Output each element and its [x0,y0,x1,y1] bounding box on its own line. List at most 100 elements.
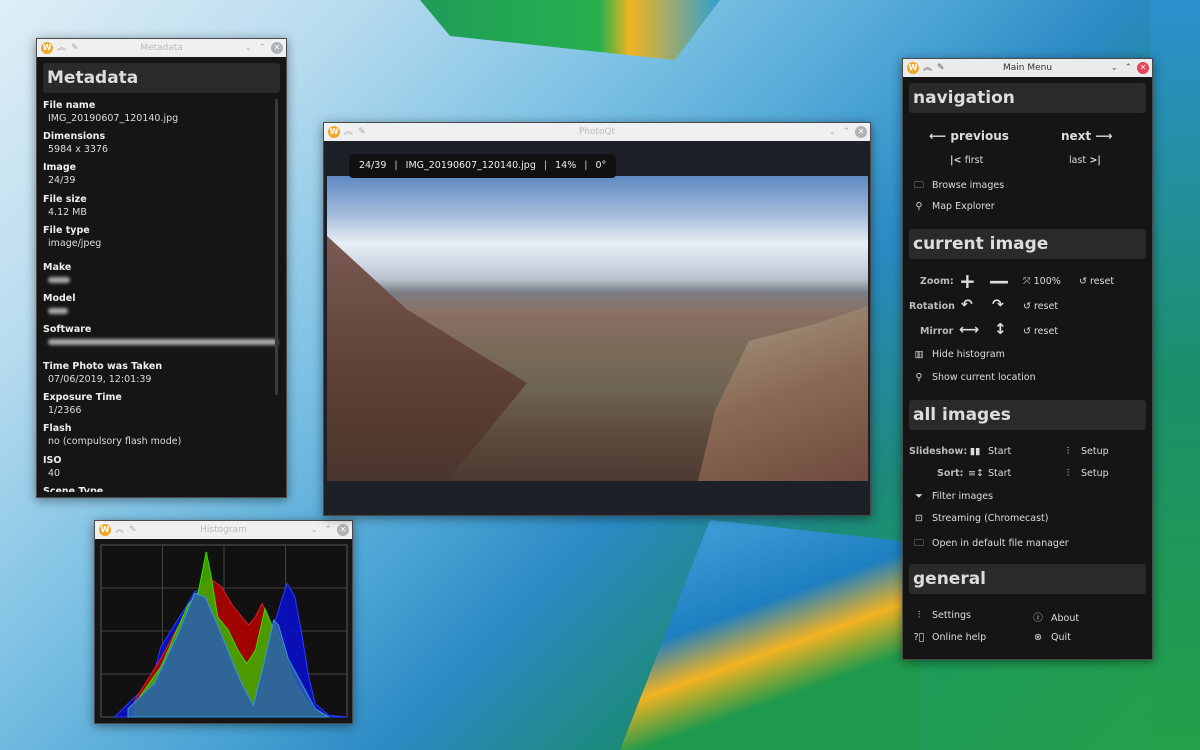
keep-above-icon[interactable]: ︽ [344,123,353,141]
minimize-icon[interactable]: ⌄ [244,39,252,57]
slideshow-start-button[interactable]: ▮▮ Start [968,446,1011,457]
reset-icon: ↺ [1023,301,1034,312]
minimize-icon[interactable]: ⌄ [310,521,318,539]
zoom-in-icon[interactable]: + [959,269,976,293]
titlebar[interactable]: W ︽ ✎ Metadata ⌄ ⌃ ✕ [37,39,286,57]
quit-button[interactable]: ⊗ Quit [1031,632,1071,643]
metadata-key: Image [43,162,77,173]
metadata-value [48,337,278,348]
window-title: Main Menu [1002,63,1053,73]
reset-icon: ↺ [1023,326,1034,337]
wallpaper-shape [620,520,920,750]
close-icon[interactable]: ✕ [337,524,349,536]
show-location-button[interactable]: ⚲ Show current location [912,372,1036,383]
next-button[interactable]: next ⟶ [1061,129,1113,143]
previous-button[interactable]: ⟵ previous [929,129,1009,143]
hide-histogram-button[interactable]: ▥ Hide histogram [912,349,1005,360]
metadata-key: File size [43,194,87,205]
folder-icon: 🗀 [914,180,924,191]
last-button[interactable]: last >| [1069,155,1101,166]
rotate-left-icon[interactable]: ↶ [961,297,973,313]
rotation-reset-button[interactable]: ↺ reset [1023,301,1058,312]
maximize-icon[interactable]: ⌃ [1124,59,1132,77]
map-explorer-button[interactable]: ⚲ Map Explorer [912,201,995,212]
histogram-chart [100,544,348,718]
zoom-out-icon[interactable]: — [989,269,1009,293]
metadata-key: Dimensions [43,131,106,142]
sort-start-button[interactable]: ≡↕ Start [968,468,1011,479]
pin-icon[interactable]: ✎ [71,39,79,57]
settings-button[interactable]: ⫶ Settings [912,610,971,621]
histogram-window: W ︽ ✎ Histogram ⌄ ⌃ ✕ [94,520,353,724]
keep-above-icon[interactable]: ︽ [115,521,124,539]
info-bar: 24/39 | IMG_20190607_120140.jpg | 14% | … [349,154,617,178]
close-icon[interactable]: ✕ [855,126,867,138]
pin-icon[interactable]: ✎ [129,521,137,539]
minimize-icon[interactable]: ⌄ [1110,59,1118,77]
maximize-icon[interactable]: ⌃ [258,39,266,57]
maximize-icon[interactable]: ⌃ [324,521,332,539]
sliders-icon: ⫶ [1066,468,1070,479]
section-current-image: current image [909,229,1146,259]
map-pin-icon: ⚲ [915,372,923,383]
metadata-key: Model [43,293,76,304]
close-icon[interactable]: ✕ [1137,62,1149,74]
first-button[interactable]: |< first [950,155,983,166]
reset-icon: ↺ [1079,276,1090,287]
mirror-reset-button[interactable]: ↺ reset [1023,326,1058,337]
mirror-vertical-icon[interactable]: ↕ [994,320,1007,338]
minimize-icon[interactable]: ⌄ [828,123,836,141]
metadata-value: 40 [48,468,61,479]
pin-icon[interactable]: ✎ [358,123,366,141]
keep-above-icon[interactable]: ︽ [57,39,66,57]
image-filename: IMG_20190607_120140.jpg [405,160,536,171]
arrow-left-icon: ⟵ [929,129,951,143]
metadata-value: 4.12 MB [48,207,87,218]
zoom-reset-button[interactable]: ↺ reset [1079,276,1114,287]
redacted-value [48,277,70,283]
sort-setup-button[interactable]: ⫶ Setup [1061,468,1109,479]
rotation-label: Rotation [909,301,955,312]
main-image[interactable] [327,176,868,481]
metadata-heading: Metadata [43,63,280,93]
titlebar[interactable]: W ︽ ✎ Main Menu ⌄ ⌃ ✕ [903,59,1152,77]
keep-above-icon[interactable]: ︽ [923,59,932,77]
metadata-window: W ︽ ✎ Metadata ⌄ ⌃ ✕ Metadata File name I… [36,38,287,498]
metadata-value: image/jpeg [48,238,102,249]
close-icon[interactable]: ✕ [271,42,283,54]
window-title: Histogram [200,525,247,535]
sliders-icon: ⫶ [917,610,921,621]
titlebar[interactable]: W ︽ ✎ Histogram ⌄ ⌃ ✕ [95,521,352,539]
browse-images-button[interactable]: 🗀 Browse images [912,178,1004,194]
metadata-value: 07/06/2019, 12:01:39 [48,374,152,385]
slideshow-setup-button[interactable]: ⫶ Setup [1061,446,1109,457]
redacted-value [48,339,278,345]
titlebar[interactable]: W ︽ ✎ PhotoQt ⌄ ⌃ ✕ [324,123,870,141]
filter-icon: ⏷ [915,491,923,502]
mirror-label: Mirror [920,326,954,337]
metadata-key: Make [43,262,72,273]
section-navigation: navigation [909,83,1146,113]
metadata-value: 5984 x 3376 [48,144,109,155]
streaming-button[interactable]: ⊡ Streaming (Chromecast) [912,513,1048,524]
metadata-key: Time Photo was Taken [43,361,163,372]
sort-label: Sort: [937,468,964,479]
mirror-horizontal-icon[interactable]: ⟷ [959,322,979,338]
fit-icon: ⤧ [1023,276,1034,287]
section-general: general [909,564,1146,594]
online-help-button[interactable]: ?⃝ Online help [912,632,987,643]
sliders-icon: ⫶ [1066,446,1070,457]
zoom-100-button[interactable]: ⤧ 100% [1023,276,1061,287]
about-button[interactable]: ⓘ About [1031,610,1079,624]
filter-images-button[interactable]: ⏷ Filter images [912,491,993,502]
scrollbar[interactable] [275,99,278,395]
window-title: PhotoQt [578,127,616,137]
pin-icon[interactable]: ✎ [937,59,945,77]
app-logo-icon: W [907,62,919,74]
help-icon: ?⃝ [913,632,925,643]
open-file-manager-button[interactable]: 🗀 Open in default file manager [912,536,1068,552]
maximize-icon[interactable]: ⌃ [842,123,850,141]
rotate-right-icon[interactable]: ↷ [992,297,1004,313]
zoom-label: Zoom: [920,276,954,287]
quit-icon: ⊗ [1034,632,1042,643]
